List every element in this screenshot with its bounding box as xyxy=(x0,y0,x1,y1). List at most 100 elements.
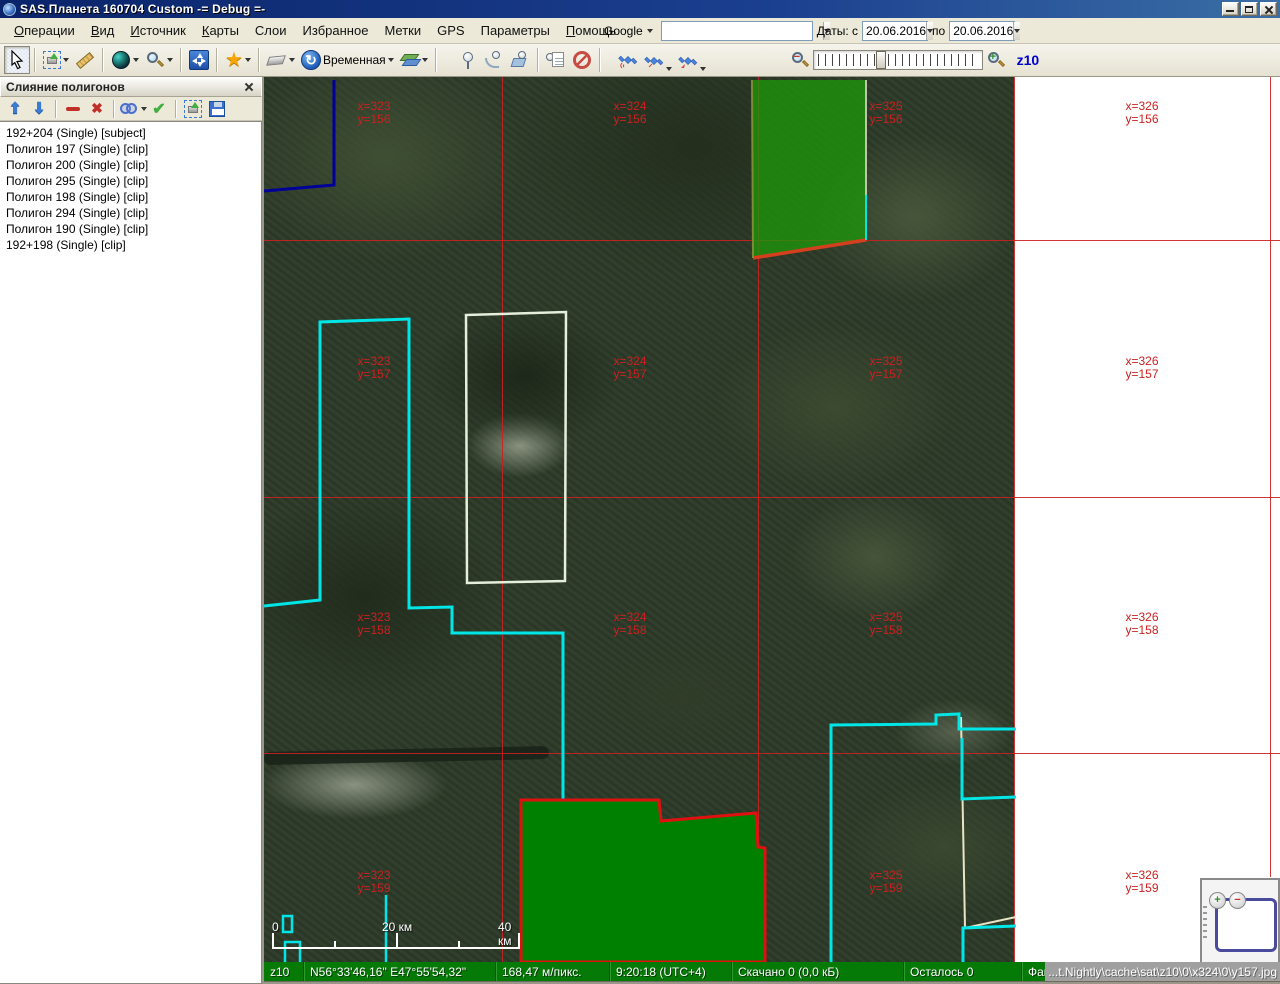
cursor-tool-button[interactable] xyxy=(4,46,30,74)
minimap-view-frame[interactable] xyxy=(1215,898,1277,952)
globe-icon xyxy=(111,50,131,70)
list-item[interactable]: Полигон 190 (Single) [clip] xyxy=(0,221,261,237)
status-coordinates: N56°33'46,16" E47°55'54,32" xyxy=(304,962,496,981)
layers-button[interactable] xyxy=(397,46,431,74)
close-button[interactable] xyxy=(1260,2,1277,16)
tile-coordinate-label: x=326y=158 xyxy=(1125,611,1158,637)
add-path-button[interactable] xyxy=(481,46,507,74)
magnifier-icon xyxy=(145,50,165,70)
date-to-value[interactable]: 20.06.2016 xyxy=(950,24,1013,38)
minimap-resize-grip[interactable] xyxy=(1203,906,1207,940)
cursor-icon xyxy=(7,50,27,70)
fullscreen-button[interactable] xyxy=(186,46,212,74)
list-item[interactable]: 192+204 (Single) [subject] xyxy=(0,125,261,141)
search-input[interactable] xyxy=(662,22,823,40)
add-placemark-button[interactable] xyxy=(455,46,481,74)
minimap-zoom-out-button[interactable]: − xyxy=(1229,892,1246,909)
forbidden-icon xyxy=(572,50,592,70)
path-placemark-icon xyxy=(484,50,504,70)
search-tool-button[interactable] xyxy=(142,46,176,74)
date-from-value[interactable]: 20.06.2016 xyxy=(863,24,926,38)
menu-item-3[interactable]: Источник xyxy=(122,20,194,41)
main-toolbar: ★ ↻ Временная xyxy=(0,44,1280,77)
selection-tool-button[interactable] xyxy=(40,46,72,74)
tile-coordinate-label: x=325y=157 xyxy=(869,355,902,381)
panel-header[interactable]: Слияние полигонов xyxy=(0,77,262,97)
ruler-tool-button[interactable] xyxy=(72,46,98,74)
gps-connect-button[interactable] xyxy=(615,46,641,74)
layer-selector-button[interactable]: ↻ Временная xyxy=(298,46,397,74)
menu-item-7[interactable]: Метки xyxy=(376,20,429,41)
minimize-button[interactable] xyxy=(1222,2,1239,16)
list-item[interactable]: Полигон 200 (Single) [clip] xyxy=(0,157,261,173)
move-down-button[interactable]: ⬇ xyxy=(27,98,51,120)
map-source-button[interactable] xyxy=(108,46,142,74)
list-item[interactable]: Полигон 294 (Single) [clip] xyxy=(0,205,261,221)
menu-item-2[interactable]: Вид xyxy=(83,20,123,41)
polygon-placemark-icon xyxy=(510,50,530,70)
window-titlebar[interactable]: SAS.Планета 160704 Custom -= Debug =- xyxy=(0,0,1280,18)
chevron-down-icon xyxy=(63,58,69,62)
date-to-dropdown-button[interactable] xyxy=(1013,22,1020,40)
remove-item-button[interactable] xyxy=(61,98,85,120)
tile-coordinate-label: x=325y=156 xyxy=(869,100,902,126)
zoom-in-button[interactable]: + xyxy=(983,46,1009,74)
green-polygon-top xyxy=(752,80,866,258)
menu-item-9[interactable]: Параметры xyxy=(473,20,558,41)
minimize-icon xyxy=(1226,10,1234,12)
apply-merge-button[interactable]: ✔ xyxy=(147,98,171,120)
menu-item-8[interactable]: GPS xyxy=(429,20,472,41)
move-up-button[interactable]: ⬆ xyxy=(3,98,27,120)
zoom-out-button[interactable]: − xyxy=(787,46,813,74)
layers-icon xyxy=(400,50,420,70)
magnifier-plus-icon: + xyxy=(986,50,1006,70)
zoom-slider[interactable] xyxy=(813,50,983,70)
clear-list-button[interactable]: ✖ xyxy=(85,98,109,120)
tile-coordinate-label: x=326y=157 xyxy=(1125,355,1158,381)
map-viewport[interactable]: x=323y=156x=324y=156x=325y=156x=326y=156… xyxy=(264,77,1280,984)
list-item[interactable]: Полигон 197 (Single) [clip] xyxy=(0,141,261,157)
fill-map-button[interactable] xyxy=(264,46,298,74)
merge-operation-button[interactable] xyxy=(119,98,147,120)
scale-mid-label: 20 км xyxy=(382,920,412,934)
application-window: SAS.Планета 160704 Custom -= Debug =- Оп… xyxy=(0,0,1280,984)
star-icon: ★ xyxy=(225,50,243,70)
add-polygon-button[interactable] xyxy=(507,46,533,74)
menu-item-1[interactable]: Операции xyxy=(6,20,83,41)
tile-coordinate-label: x=326y=156 xyxy=(1125,100,1158,126)
list-item[interactable]: 192+198 (Single) [clip] xyxy=(0,237,261,253)
gps-options-button[interactable] xyxy=(675,46,709,74)
placemark-icon xyxy=(458,50,478,70)
tile-coordinate-label: x=324y=156 xyxy=(613,100,646,126)
restore-button[interactable] xyxy=(1241,2,1258,16)
list-item[interactable]: Полигон 295 (Single) [clip] xyxy=(0,173,261,189)
favorites-button[interactable]: ★ xyxy=(222,46,254,74)
tile-coordinate-label: x=323y=158 xyxy=(357,611,390,637)
status-bar: z10 N56°33'46,16" E47°55'54,32" 168,47 м… xyxy=(264,962,1280,981)
menu-bar: ОперацииВидИсточникКартыСлоиИзбранноеМет… xyxy=(0,18,1280,44)
polygon-list: 192+204 (Single) [subject]Полигон 197 (S… xyxy=(0,121,262,984)
save-icon xyxy=(209,101,225,117)
menu-item-6[interactable]: Избранное xyxy=(295,20,377,41)
zoom-slider-handle[interactable] xyxy=(876,51,886,69)
gps-track-button[interactable] xyxy=(641,46,675,74)
hide-marks-button[interactable] xyxy=(569,46,595,74)
panel-close-button[interactable] xyxy=(242,80,256,94)
menu-item-5[interactable]: Слои xyxy=(247,20,295,41)
select-result-button[interactable] xyxy=(181,98,205,120)
zoom-level-label: z10 xyxy=(1017,52,1040,68)
save-result-button[interactable] xyxy=(205,98,229,120)
menu-item-4[interactable]: Карты xyxy=(194,20,247,41)
restore-icon xyxy=(1245,6,1253,13)
list-item[interactable]: Полигон 198 (Single) [clip] xyxy=(0,189,261,205)
arrow-down-icon: ⬇ xyxy=(33,101,46,116)
chevron-down-icon xyxy=(167,58,173,62)
search-provider-button[interactable]: Google xyxy=(600,22,657,40)
select-region-icon xyxy=(184,100,202,118)
overview-minimap[interactable]: + − xyxy=(1200,878,1280,964)
satellite-icon xyxy=(644,51,664,71)
minimap-zoom-in-button[interactable]: + xyxy=(1209,892,1226,909)
placemark-manager-button[interactable] xyxy=(543,46,569,74)
cyan-polygon-outline xyxy=(264,319,563,803)
layer-selector-label: Временная xyxy=(323,53,386,67)
